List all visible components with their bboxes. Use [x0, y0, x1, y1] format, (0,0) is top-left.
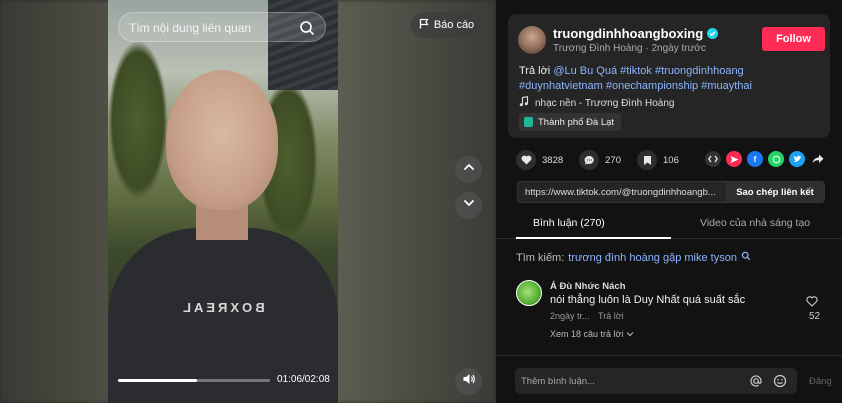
music-note-icon: [519, 96, 529, 110]
comment-composer: Đăng: [496, 355, 842, 403]
mention-at-icon[interactable]: [749, 374, 763, 388]
share-arrow-icon[interactable]: [810, 151, 826, 167]
caption-hashtags-line2[interactable]: #duynhatvietnam #onechampionship #muayth…: [519, 80, 752, 92]
author-username-row[interactable]: truongdinhhoangboxing: [553, 26, 719, 41]
video-progress-bar[interactable]: [118, 379, 270, 382]
next-video-button[interactable]: [455, 192, 482, 219]
video-link-row: https://www.tiktok.com/@truongdinhhoangb…: [517, 181, 825, 203]
search-icon[interactable]: [297, 18, 317, 38]
verified-badge-icon: [707, 28, 719, 39]
report-button[interactable]: Báo cáo: [411, 12, 482, 38]
chevron-down-icon: [626, 329, 634, 339]
comment-input[interactable]: [521, 374, 721, 388]
search-suggestion[interactable]: Tìm kiếm: trương đình hoàng gặp mike tys…: [516, 251, 751, 264]
copy-link-button[interactable]: Sao chép liên kết: [726, 182, 824, 202]
video-player[interactable]: BOXREAL: [108, 0, 338, 403]
caption-hashtags-line1[interactable]: #tiktok #truongdinhhoang: [617, 65, 744, 77]
commenter-name[interactable]: Á Đù Nhức Nách: [550, 281, 626, 292]
report-label: Báo cáo: [433, 19, 475, 31]
post-time: 2ngày trước: [651, 43, 706, 54]
comment-meta: 2ngày tr... Trả lời: [550, 311, 624, 321]
tab-comments[interactable]: Bình luận (270): [533, 217, 605, 229]
view-replies-label: Xem 18 câu trả lời: [550, 329, 624, 339]
video-info-card: truongdinhhoangboxing Trương Đình Hoàng …: [508, 14, 830, 138]
view-replies-button[interactable]: Xem 18 câu trả lời: [550, 329, 634, 339]
comment-input-box[interactable]: [515, 368, 797, 394]
author-username[interactable]: truongdinhhoangboxing: [553, 26, 703, 41]
comment-item: Á Đù Nhức Nách nói thẳng luôn là Duy Nhấ…: [516, 280, 832, 345]
share-options: f: [705, 151, 826, 167]
chevron-up-icon: [462, 160, 476, 179]
caption-mention[interactable]: @Lu Bu Quá: [553, 65, 617, 77]
video-time: 01:06/02:08: [277, 374, 330, 385]
like-action[interactable]: 3828: [516, 150, 563, 170]
commenter-avatar[interactable]: [516, 280, 542, 306]
background-tree: [108, 40, 168, 200]
previous-video-button[interactable]: [455, 156, 482, 183]
engagement-bar: 3828 270 106: [516, 150, 679, 170]
author-display-name: Trương Đình Hoàng: [553, 43, 643, 54]
caption-prefix: Trả lời: [519, 65, 554, 77]
author-subline: Trương Đình Hoàng · 2ngày trước: [553, 43, 706, 54]
active-tab-indicator: [516, 237, 671, 239]
video-link[interactable]: https://www.tiktok.com/@truongdinhhoangb…: [525, 187, 725, 198]
comment-text: nói thẳng luôn là Duy Nhất quá suất sắc: [550, 294, 746, 306]
comment-bubble-icon[interactable]: [579, 150, 600, 170]
related-search-input[interactable]: [129, 19, 289, 37]
person-head: [166, 70, 278, 210]
comment-action[interactable]: 270: [579, 150, 621, 170]
follow-button[interactable]: Follow: [762, 27, 825, 51]
speaker-icon: [462, 372, 476, 391]
emoji-icon[interactable]: [773, 374, 787, 388]
details-panel: truongdinhhoangboxing Trương Đình Hoàng …: [496, 0, 842, 403]
video-caption: Trả lời @Lu Bu Quá #tiktok #truongdinhho…: [519, 64, 819, 94]
save-count: 106: [663, 154, 679, 166]
send-to-friends-icon[interactable]: [726, 151, 742, 167]
tiktok-video-page: BOXREAL Báo cáo 01:06/02:: [0, 0, 842, 403]
related-search-box[interactable]: [118, 12, 326, 42]
chevron-down-icon: [462, 196, 476, 215]
comment-count: 270: [605, 154, 621, 166]
facebook-icon[interactable]: f: [747, 151, 763, 167]
twitter-icon[interactable]: [789, 151, 805, 167]
location-label: Thành phố Đà Lạt: [538, 116, 615, 128]
panel-tabs: Bình luận (270) Video của nhà sáng tạo: [496, 207, 842, 239]
comment-like-icon[interactable]: [806, 294, 818, 312]
save-action[interactable]: 106: [637, 150, 679, 170]
comment-reply-button[interactable]: Trả lời: [598, 311, 624, 321]
music-label[interactable]: nhạc nền - Trương Đình Hoàng: [535, 98, 674, 109]
music-link[interactable]: nhạc nền - Trương Đình Hoàng: [519, 96, 674, 110]
search-suggestion-query[interactable]: trương đình hoàng gặp mike tyson: [568, 252, 737, 264]
volume-button[interactable]: [455, 368, 482, 395]
author-avatar[interactable]: [518, 26, 546, 54]
search-suggestion-icon: [741, 251, 751, 264]
flag-icon: [419, 18, 429, 32]
video-area[interactable]: BOXREAL Báo cáo 01:06/02:: [0, 0, 496, 403]
location-pin-icon: [524, 117, 533, 127]
heart-icon[interactable]: [516, 150, 536, 170]
video-progress-fill: [118, 379, 198, 382]
embed-code-icon[interactable]: [705, 151, 721, 167]
bookmark-icon[interactable]: [637, 150, 657, 170]
comment-like-count: 52: [809, 311, 821, 322]
shirt-logo: BOXREAL: [180, 300, 265, 315]
post-comment-button[interactable]: Đăng: [809, 376, 832, 387]
location-tag[interactable]: Thành phố Đà Lạt: [519, 113, 622, 131]
whatsapp-icon[interactable]: [768, 151, 784, 167]
like-count: 3828: [542, 154, 564, 166]
search-suggestion-prefix: Tìm kiếm:: [516, 251, 565, 264]
tab-creator-videos[interactable]: Video của nhà sáng tạo: [700, 217, 810, 229]
comment-time: 2ngày tr...: [550, 311, 590, 321]
